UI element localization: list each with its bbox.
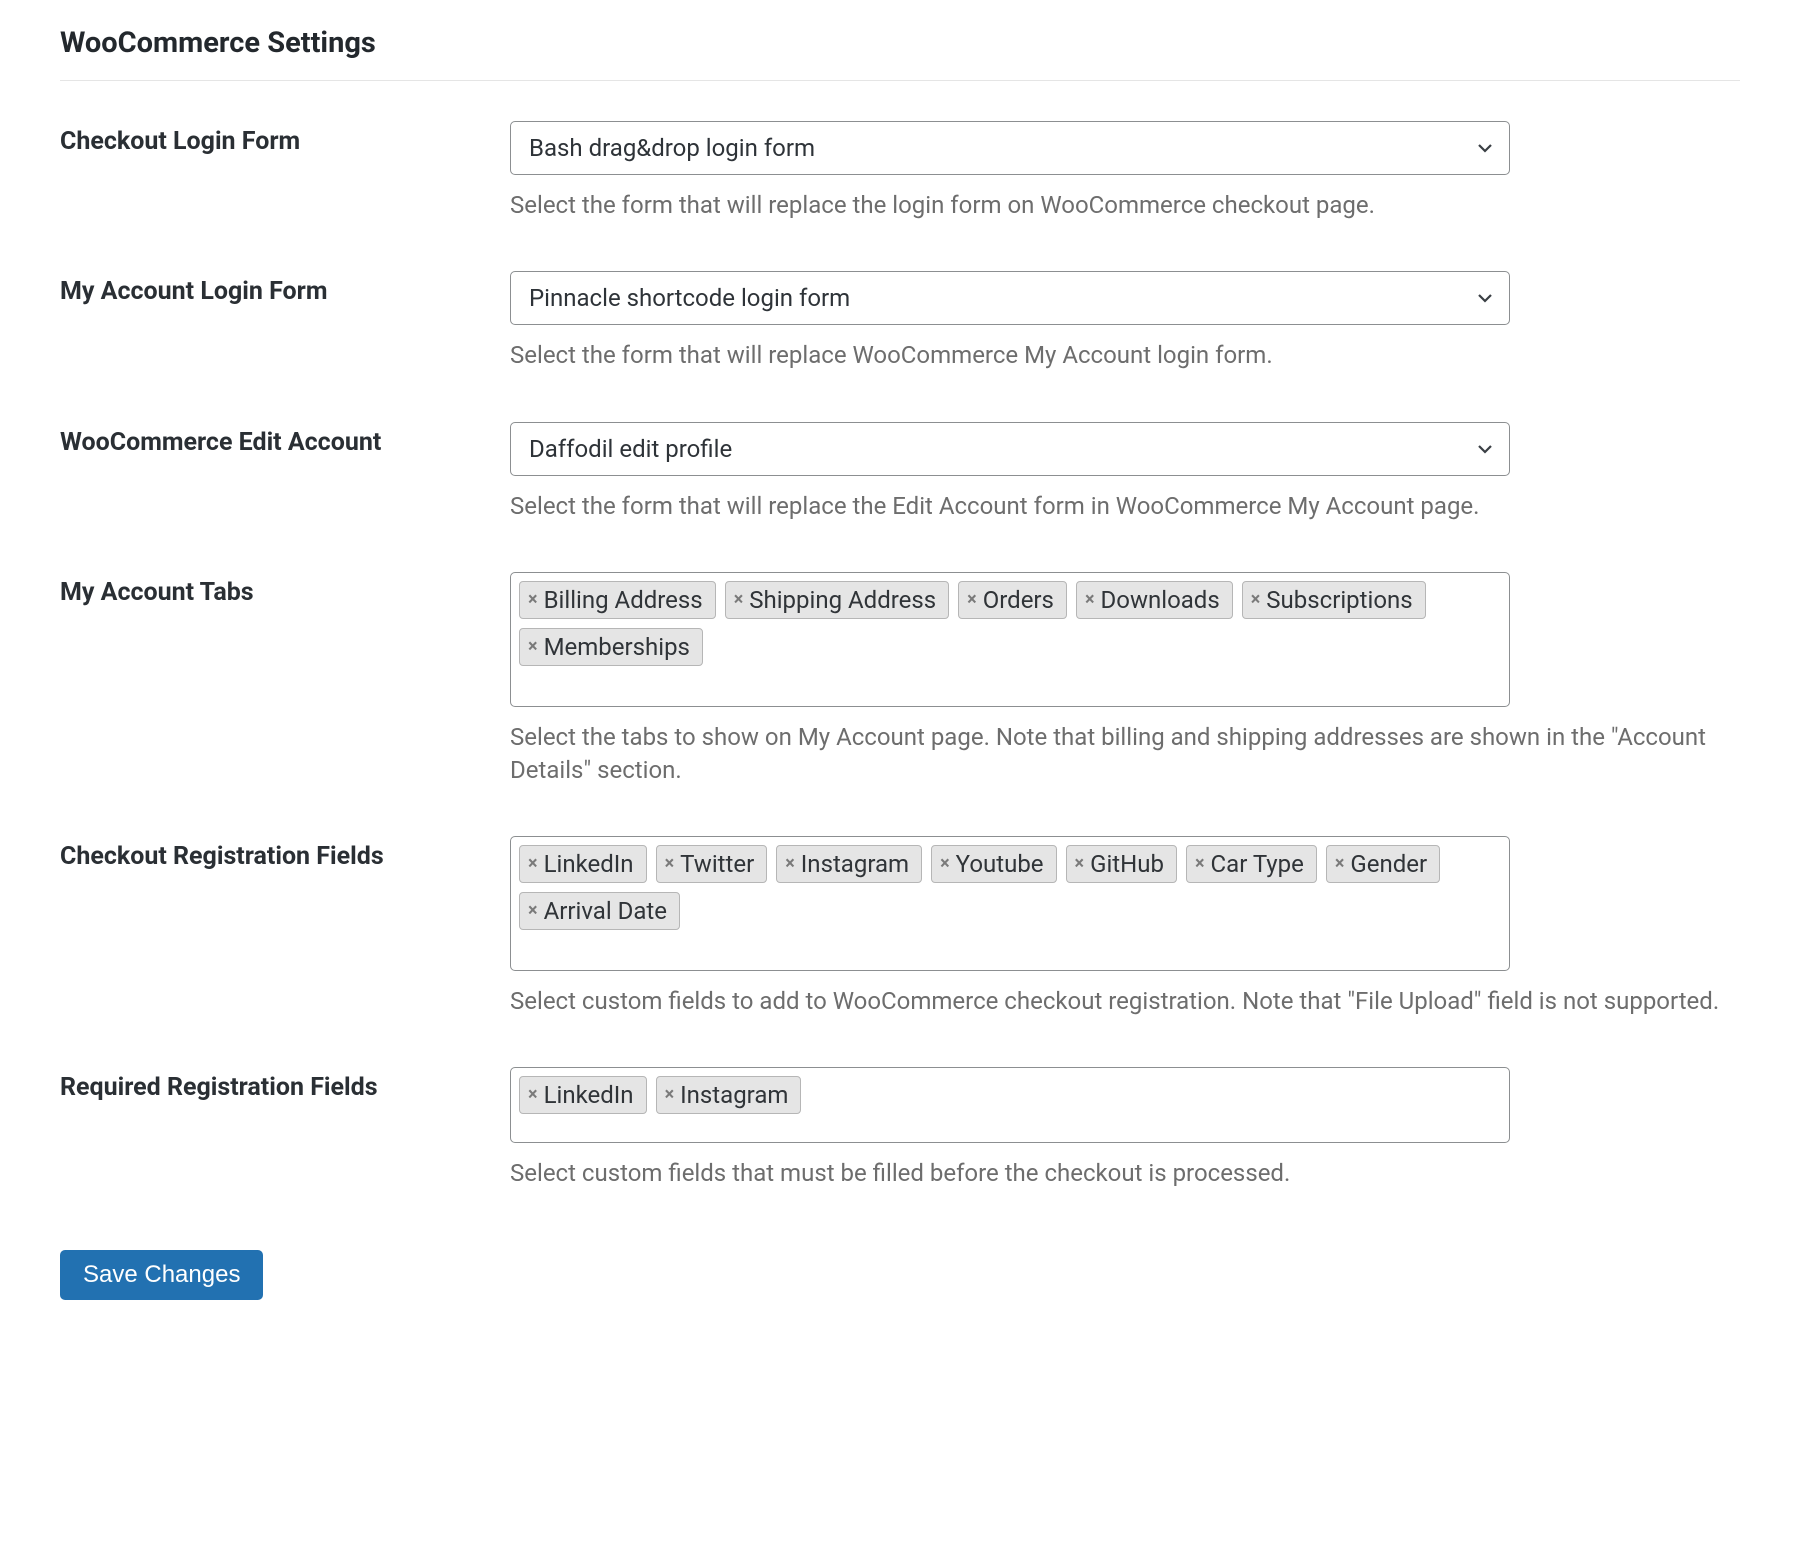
tag-item[interactable]: × Instagram <box>656 1076 802 1114</box>
my-account-login-form-label: My Account Login Form <box>60 271 510 421</box>
tag-item[interactable]: × Instagram <box>776 845 922 883</box>
tag-label: Gender <box>1350 850 1427 878</box>
tag-item[interactable]: × Gender <box>1326 845 1440 883</box>
my-account-login-form-value: Pinnacle shortcode login form <box>529 284 850 312</box>
tag-item[interactable]: × Shipping Address <box>725 581 949 619</box>
tag-label: Car Type <box>1211 850 1304 878</box>
tag-label: Twitter <box>680 850 754 878</box>
remove-tag-icon[interactable]: × <box>528 1086 538 1104</box>
remove-tag-icon[interactable]: × <box>528 855 538 873</box>
tag-label: Subscriptions <box>1266 586 1412 614</box>
tag-item[interactable]: × Subscriptions <box>1242 581 1426 619</box>
checkout-login-form-value: Bash drag&drop login form <box>529 134 815 162</box>
chevron-down-icon <box>1475 288 1495 308</box>
tag-item[interactable]: × Youtube <box>931 845 1056 883</box>
remove-tag-icon[interactable]: × <box>1075 855 1085 873</box>
tag-label: Youtube <box>956 850 1044 878</box>
checkout-registration-fields-description: Select custom fields to add to WooCommer… <box>510 985 1740 1017</box>
checkout-login-form-label: Checkout Login Form <box>60 121 510 271</box>
tag-label: Billing Address <box>544 586 703 614</box>
page-title: WooCommerce Settings <box>60 20 1740 80</box>
tag-item[interactable]: × Car Type <box>1186 845 1317 883</box>
woocommerce-edit-account-select[interactable]: Daffodil edit profile <box>510 422 1510 476</box>
tag-item[interactable]: × GitHub <box>1066 845 1177 883</box>
my-account-login-form-description: Select the form that will replace WooCom… <box>510 339 1740 371</box>
checkout-registration-fields-label: Checkout Registration Fields <box>60 836 510 1067</box>
remove-tag-icon[interactable]: × <box>967 591 977 609</box>
chevron-down-icon <box>1475 138 1495 158</box>
tag-label: Memberships <box>544 633 690 661</box>
save-button[interactable]: Save Changes <box>60 1250 263 1300</box>
required-registration-fields-description: Select custom fields that must be filled… <box>510 1157 1740 1189</box>
woocommerce-edit-account-description: Select the form that will replace the Ed… <box>510 490 1740 522</box>
tag-label: Arrival Date <box>544 897 667 925</box>
tag-item[interactable]: × Orders <box>958 581 1067 619</box>
tag-item[interactable]: × Memberships <box>519 628 703 666</box>
tag-item[interactable]: × Arrival Date <box>519 892 680 930</box>
remove-tag-icon[interactable]: × <box>1195 855 1205 873</box>
remove-tag-icon[interactable]: × <box>734 591 744 609</box>
tag-label: LinkedIn <box>544 850 634 878</box>
tag-label: GitHub <box>1090 850 1164 878</box>
woocommerce-edit-account-value: Daffodil edit profile <box>529 435 732 463</box>
tag-item[interactable]: × Downloads <box>1076 581 1233 619</box>
checkout-login-form-select[interactable]: Bash drag&drop login form <box>510 121 1510 175</box>
tag-item[interactable]: × LinkedIn <box>519 845 647 883</box>
my-account-tabs-description: Select the tabs to show on My Account pa… <box>510 721 1740 786</box>
tag-item[interactable]: × Billing Address <box>519 581 716 619</box>
checkout-login-form-description: Select the form that will replace the lo… <box>510 189 1740 221</box>
tag-label: Shipping Address <box>749 586 936 614</box>
woocommerce-edit-account-label: WooCommerce Edit Account <box>60 422 510 572</box>
remove-tag-icon[interactable]: × <box>665 1086 675 1104</box>
chevron-down-icon <box>1475 439 1495 459</box>
tag-label: Instagram <box>680 1081 788 1109</box>
remove-tag-icon[interactable]: × <box>940 855 950 873</box>
my-account-tabs-label: My Account Tabs <box>60 572 510 836</box>
tag-item[interactable]: × Twitter <box>656 845 768 883</box>
required-registration-fields-multiselect[interactable]: × LinkedIn × Instagram <box>510 1067 1510 1143</box>
tag-item[interactable]: × LinkedIn <box>519 1076 647 1114</box>
remove-tag-icon[interactable]: × <box>528 638 538 656</box>
remove-tag-icon[interactable]: × <box>1251 591 1261 609</box>
remove-tag-icon[interactable]: × <box>665 855 675 873</box>
required-registration-fields-label: Required Registration Fields <box>60 1067 510 1239</box>
my-account-tabs-multiselect[interactable]: × Billing Address × Shipping Address × Orders… <box>510 572 1510 707</box>
divider <box>60 80 1740 81</box>
remove-tag-icon[interactable]: × <box>528 902 538 920</box>
remove-tag-icon[interactable]: × <box>1085 591 1095 609</box>
checkout-registration-fields-multiselect[interactable]: × LinkedIn × Twitter × Instagram × Youtube × GitH… <box>510 836 1510 971</box>
remove-tag-icon[interactable]: × <box>785 855 795 873</box>
remove-tag-icon[interactable]: × <box>528 591 538 609</box>
my-account-login-form-select[interactable]: Pinnacle shortcode login form <box>510 271 1510 325</box>
tag-label: Orders <box>983 586 1054 614</box>
tag-label: LinkedIn <box>544 1081 634 1109</box>
remove-tag-icon[interactable]: × <box>1335 855 1345 873</box>
tag-label: Downloads <box>1101 586 1220 614</box>
tag-label: Instagram <box>801 850 909 878</box>
